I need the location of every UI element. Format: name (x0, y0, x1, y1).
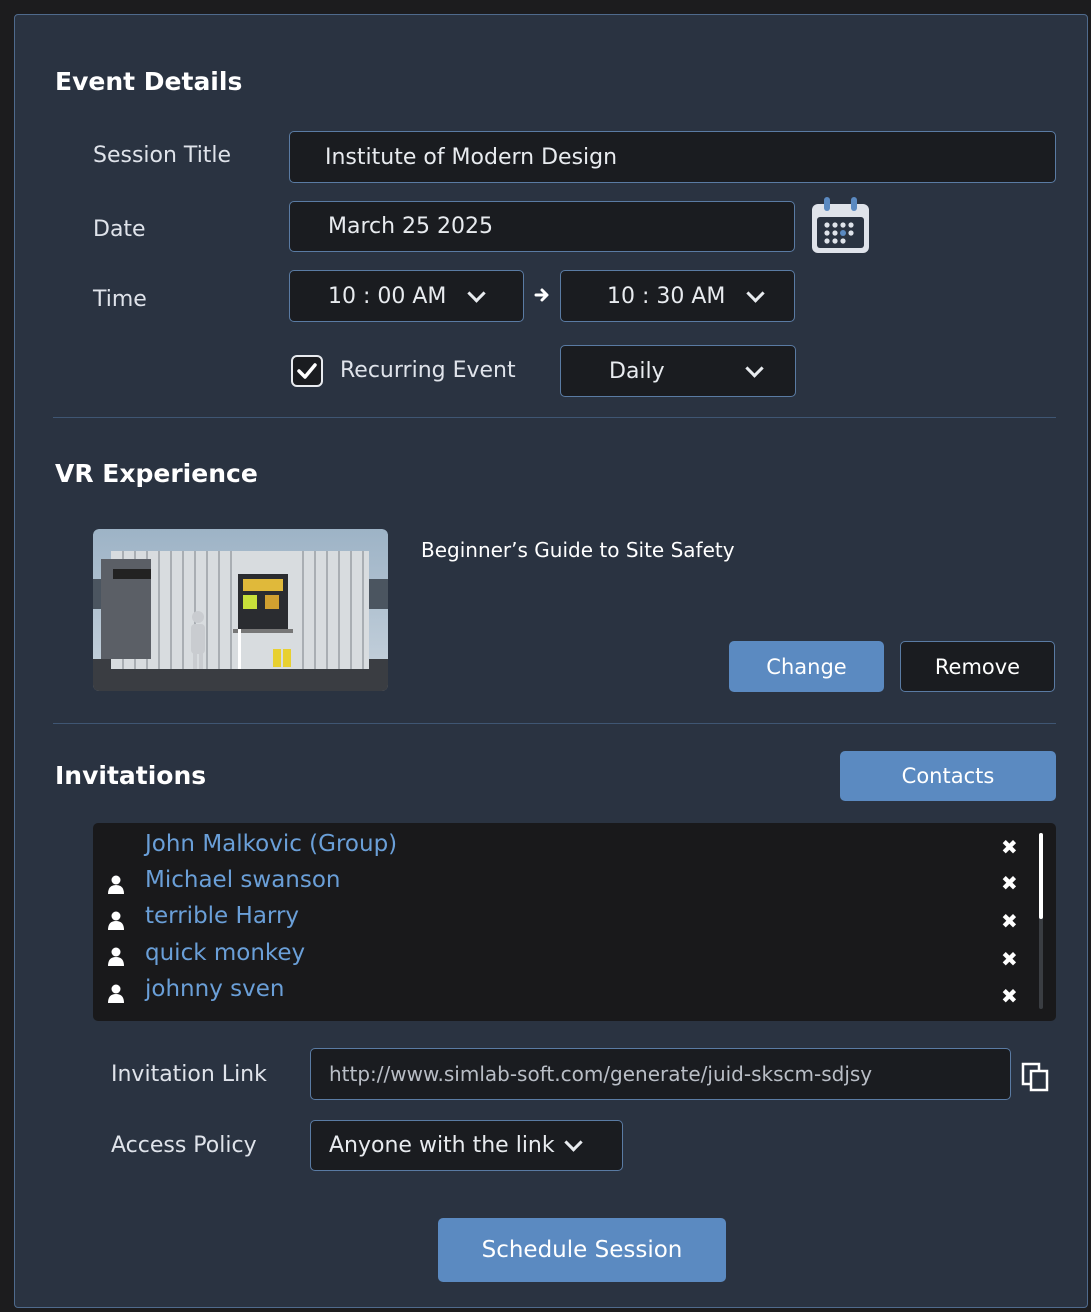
vr-experience-title: Beginner’s Guide to Site Safety (421, 538, 735, 562)
invitation-link-label: Invitation Link (111, 1062, 267, 1087)
date-value: March 25 2025 (328, 214, 494, 239)
invitee-name: quick monkey (145, 940, 306, 966)
access-policy-value: Anyone with the link (329, 1133, 555, 1158)
checkmark-icon (297, 363, 317, 379)
schedule-session-button[interactable]: Schedule Session (438, 1218, 726, 1282)
copy-icon[interactable] (1021, 1062, 1049, 1092)
vr-experience-thumbnail (93, 529, 388, 691)
recurrence-select[interactable]: Daily (560, 345, 796, 397)
remove-invitee-icon[interactable]: ✖ (1001, 871, 1018, 895)
remove-invitee-icon[interactable]: ✖ (1001, 984, 1018, 1008)
remove-invitee-icon[interactable]: ✖ (1001, 835, 1018, 859)
end-time-value: 10 : 30 AM (607, 283, 726, 309)
remove-invitee-icon[interactable]: ✖ (1001, 947, 1018, 971)
invitee-name: terrible Harry (145, 903, 300, 929)
invitation-link-input[interactable]: http://www.simlab-soft.com/generate/juid… (310, 1048, 1011, 1100)
schedule-session-panel: Event Details Session Title Institute of… (14, 14, 1088, 1308)
invitee-name: Michael swanson (145, 867, 341, 893)
remove-invitee-icon[interactable]: ✖ (1001, 909, 1018, 933)
access-policy-label: Access Policy (111, 1133, 257, 1158)
invitee-name: johnny sven (145, 976, 285, 1002)
person-icon (108, 911, 124, 930)
scrollbar-thumb[interactable] (1039, 833, 1043, 919)
calendar-icon[interactable] (810, 195, 872, 255)
recurring-checkbox[interactable] (291, 355, 323, 387)
session-title-value: Institute of Modern Design (325, 144, 618, 170)
scrollbar-track[interactable] (1039, 833, 1043, 1009)
invitation-link-value: http://www.simlab-soft.com/generate/juid… (329, 1062, 873, 1086)
person-icon (108, 947, 124, 966)
recurring-event-label: Recurring Event (340, 358, 516, 383)
time-label: Time (93, 287, 147, 312)
chevron-down-icon (746, 283, 766, 303)
section-divider (53, 417, 1056, 418)
date-input[interactable]: March 25 2025 (289, 201, 795, 252)
invitations-heading: Invitations (55, 761, 207, 790)
invitee-list: John Malkovic (Group) ✖ Michael swanson … (93, 823, 1056, 1021)
arrow-right-icon (534, 288, 549, 302)
chevron-down-icon (563, 1133, 583, 1152)
person-icon (108, 875, 124, 894)
invitee-name: John Malkovic (Group) (145, 831, 398, 857)
event-details-heading: Event Details (55, 67, 243, 96)
remove-button[interactable]: Remove (900, 641, 1055, 692)
vr-experience-heading: VR Experience (55, 459, 258, 488)
recurrence-value: Daily (609, 358, 665, 384)
section-divider (53, 723, 1056, 724)
end-time-select[interactable]: 10 : 30 AM (560, 270, 795, 322)
session-title-label: Session Title (93, 143, 232, 168)
start-time-value: 10 : 00 AM (328, 283, 447, 309)
person-icon (108, 984, 124, 1003)
chevron-down-icon (744, 358, 764, 378)
contacts-button[interactable]: Contacts (840, 751, 1056, 801)
change-button[interactable]: Change (729, 641, 884, 692)
start-time-select[interactable]: 10 : 00 AM (289, 270, 524, 322)
access-policy-select[interactable]: Anyone with the link (310, 1120, 623, 1171)
session-title-input[interactable]: Institute of Modern Design (289, 131, 1056, 183)
chevron-down-icon (467, 283, 487, 303)
date-label: Date (93, 217, 146, 242)
